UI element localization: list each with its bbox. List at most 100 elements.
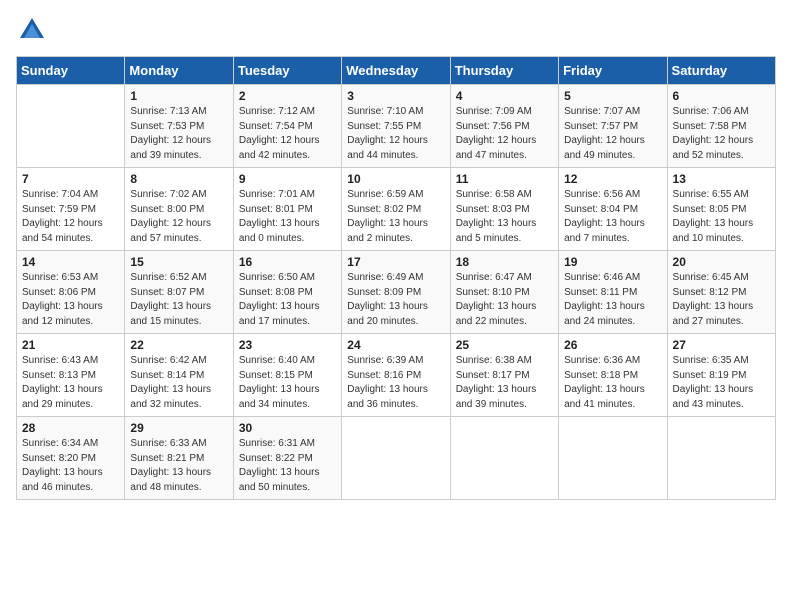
day-info: Sunrise: 6:35 AMSunset: 8:19 PMDaylight:… <box>673 354 770 412</box>
calendar-week-row: 1 Sunrise: 7:13 AMSunset: 7:53 PMDaylight… <box>17 85 776 168</box>
day-info: Sunrise: 6:39 AMSunset: 8:16 PMDaylight:… <box>347 354 444 412</box>
calendar-cell: 21 Sunrise: 6:43 AMSunset: 8:13 PMDayligh… <box>17 334 125 417</box>
calendar-cell: 24 Sunrise: 6:39 AMSunset: 8:16 PMDayligh… <box>342 334 450 417</box>
calendar-cell: 22 Sunrise: 6:42 AMSunset: 8:14 PMDayligh… <box>125 334 233 417</box>
calendar-week-row: 28 Sunrise: 6:34 AMSunset: 8:20 PMDayligh… <box>17 417 776 500</box>
day-number: 29 <box>130 421 227 435</box>
day-info: Sunrise: 6:36 AMSunset: 8:18 PMDaylight:… <box>564 354 661 412</box>
day-number: 25 <box>456 338 553 352</box>
calendar-cell: 30 Sunrise: 6:31 AMSunset: 8:22 PMDayligh… <box>233 417 341 500</box>
day-info: Sunrise: 6:59 AMSunset: 8:02 PMDaylight:… <box>347 188 444 246</box>
calendar-cell: 14Sunrise: 6:53 AMSunset: 8:06 PMDayligh… <box>17 251 125 334</box>
calendar-cell: 15 Sunrise: 6:52 AMSunset: 8:07 PMDayligh… <box>125 251 233 334</box>
calendar-cell <box>450 417 558 500</box>
calendar-cell: 27 Sunrise: 6:35 AMSunset: 8:19 PMDayligh… <box>667 334 775 417</box>
day-number: 5 <box>564 89 661 103</box>
calendar-week-row: 14Sunrise: 6:53 AMSunset: 8:06 PMDayligh… <box>17 251 776 334</box>
calendar-cell: 29Sunrise: 6:33 AMSunset: 8:21 PMDayligh… <box>125 417 233 500</box>
day-number: 21 <box>22 338 119 352</box>
calendar-cell: 16 Sunrise: 6:50 AMSunset: 8:08 PMDayligh… <box>233 251 341 334</box>
day-info: Sunrise: 7:07 AMSunset: 7:57 PMDaylight:… <box>564 105 661 163</box>
day-info: Sunrise: 7:13 AMSunset: 7:53 PMDaylight:… <box>130 105 227 163</box>
day-number: 27 <box>673 338 770 352</box>
day-number: 26 <box>564 338 661 352</box>
calendar-cell: 7 Sunrise: 7:04 AMSunset: 7:59 PMDaylight… <box>17 168 125 251</box>
day-number: 18 <box>456 255 553 269</box>
day-info: Sunrise: 6:31 AMSunset: 8:22 PMDaylight:… <box>239 437 336 495</box>
calendar-cell: 2 Sunrise: 7:12 AMSunset: 7:54 PMDaylight… <box>233 85 341 168</box>
day-number: 1 <box>130 89 227 103</box>
calendar-cell: 17Sunrise: 6:49 AMSunset: 8:09 PMDayligh… <box>342 251 450 334</box>
day-number: 4 <box>456 89 553 103</box>
day-number: 2 <box>239 89 336 103</box>
day-number: 23 <box>239 338 336 352</box>
day-info: Sunrise: 6:50 AMSunset: 8:08 PMDaylight:… <box>239 271 336 329</box>
day-info: Sunrise: 6:40 AMSunset: 8:15 PMDaylight:… <box>239 354 336 412</box>
calendar-cell: 10 Sunrise: 6:59 AMSunset: 8:02 PMDayligh… <box>342 168 450 251</box>
day-number: 30 <box>239 421 336 435</box>
calendar-cell <box>559 417 667 500</box>
calendar-table: SundayMondayTuesdayWednesdayThursdayFrid… <box>16 56 776 500</box>
calendar-cell: 3Sunrise: 7:10 AMSunset: 7:55 PMDaylight… <box>342 85 450 168</box>
day-number: 28 <box>22 421 119 435</box>
calendar-cell: 4 Sunrise: 7:09 AMSunset: 7:56 PMDaylight… <box>450 85 558 168</box>
day-info: Sunrise: 6:42 AMSunset: 8:14 PMDaylight:… <box>130 354 227 412</box>
day-info: Sunrise: 7:02 AMSunset: 8:00 PMDaylight:… <box>130 188 227 246</box>
calendar-cell: 9 Sunrise: 7:01 AMSunset: 8:01 PMDaylight… <box>233 168 341 251</box>
day-info: Sunrise: 6:47 AMSunset: 8:10 PMDaylight:… <box>456 271 553 329</box>
calendar-cell: 6Sunrise: 7:06 AMSunset: 7:58 PMDaylight… <box>667 85 775 168</box>
day-number: 7 <box>22 172 119 186</box>
day-info: Sunrise: 6:58 AMSunset: 8:03 PMDaylight:… <box>456 188 553 246</box>
column-header-saturday: Saturday <box>667 57 775 85</box>
day-number: 3 <box>347 89 444 103</box>
day-info: Sunrise: 6:56 AMSunset: 8:04 PMDaylight:… <box>564 188 661 246</box>
calendar-cell: 25 Sunrise: 6:38 AMSunset: 8:17 PMDayligh… <box>450 334 558 417</box>
page-header <box>16 16 776 44</box>
calendar-week-row: 7 Sunrise: 7:04 AMSunset: 7:59 PMDaylight… <box>17 168 776 251</box>
column-header-monday: Monday <box>125 57 233 85</box>
day-info: Sunrise: 7:04 AMSunset: 7:59 PMDaylight:… <box>22 188 119 246</box>
day-number: 20 <box>673 255 770 269</box>
day-info: Sunrise: 6:55 AMSunset: 8:05 PMDaylight:… <box>673 188 770 246</box>
day-number: 24 <box>347 338 444 352</box>
calendar-cell: 8 Sunrise: 7:02 AMSunset: 8:00 PMDaylight… <box>125 168 233 251</box>
day-number: 11 <box>456 172 553 186</box>
calendar-cell: 28 Sunrise: 6:34 AMSunset: 8:20 PMDayligh… <box>17 417 125 500</box>
calendar-cell: 23 Sunrise: 6:40 AMSunset: 8:15 PMDayligh… <box>233 334 341 417</box>
day-info: Sunrise: 6:46 AMSunset: 8:11 PMDaylight:… <box>564 271 661 329</box>
day-info: Sunrise: 6:52 AMSunset: 8:07 PMDaylight:… <box>130 271 227 329</box>
day-number: 8 <box>130 172 227 186</box>
day-number: 15 <box>130 255 227 269</box>
day-number: 13 <box>673 172 770 186</box>
calendar-cell: 5 Sunrise: 7:07 AMSunset: 7:57 PMDaylight… <box>559 85 667 168</box>
calendar-cell: 20 Sunrise: 6:45 AMSunset: 8:12 PMDayligh… <box>667 251 775 334</box>
day-info: Sunrise: 6:38 AMSunset: 8:17 PMDaylight:… <box>456 354 553 412</box>
calendar-cell: 18 Sunrise: 6:47 AMSunset: 8:10 PMDayligh… <box>450 251 558 334</box>
day-number: 10 <box>347 172 444 186</box>
day-info: Sunrise: 6:45 AMSunset: 8:12 PMDaylight:… <box>673 271 770 329</box>
column-header-thursday: Thursday <box>450 57 558 85</box>
logo <box>16 16 46 44</box>
calendar-cell: 19 Sunrise: 6:46 AMSunset: 8:11 PMDayligh… <box>559 251 667 334</box>
day-number: 22 <box>130 338 227 352</box>
calendar-cell <box>342 417 450 500</box>
calendar-cell: 12Sunrise: 6:56 AMSunset: 8:04 PMDayligh… <box>559 168 667 251</box>
calendar-cell: 13 Sunrise: 6:55 AMSunset: 8:05 PMDayligh… <box>667 168 775 251</box>
day-info: Sunrise: 7:01 AMSunset: 8:01 PMDaylight:… <box>239 188 336 246</box>
day-number: 19 <box>564 255 661 269</box>
day-info: Sunrise: 7:09 AMSunset: 7:56 PMDaylight:… <box>456 105 553 163</box>
day-number: 16 <box>239 255 336 269</box>
calendar-week-row: 21 Sunrise: 6:43 AMSunset: 8:13 PMDayligh… <box>17 334 776 417</box>
day-info: Sunrise: 6:53 AMSunset: 8:06 PMDaylight:… <box>22 271 119 329</box>
day-info: Sunrise: 6:49 AMSunset: 8:09 PMDaylight:… <box>347 271 444 329</box>
day-info: Sunrise: 6:34 AMSunset: 8:20 PMDaylight:… <box>22 437 119 495</box>
day-number: 9 <box>239 172 336 186</box>
day-number: 6 <box>673 89 770 103</box>
column-header-sunday: Sunday <box>17 57 125 85</box>
day-info: Sunrise: 6:43 AMSunset: 8:13 PMDaylight:… <box>22 354 119 412</box>
day-info: Sunrise: 7:12 AMSunset: 7:54 PMDaylight:… <box>239 105 336 163</box>
calendar-cell: 1 Sunrise: 7:13 AMSunset: 7:53 PMDaylight… <box>125 85 233 168</box>
logo-icon <box>18 16 46 44</box>
column-header-friday: Friday <box>559 57 667 85</box>
calendar-cell <box>667 417 775 500</box>
